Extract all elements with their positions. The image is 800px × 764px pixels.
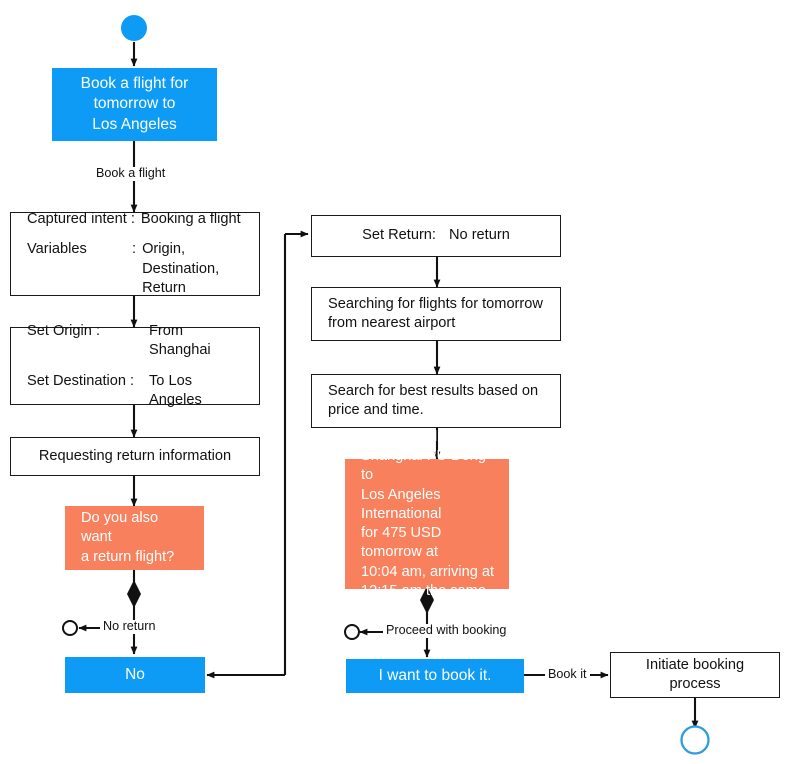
- flight-offer-line-2: Shanghai PU Dong to: [361, 448, 486, 484]
- flight-offer-line-1: There is a flight from: [361, 428, 495, 445]
- flight-offer-line-6: 12:15 am the same day.: [361, 582, 486, 618]
- intent-marker-proceed: [344, 624, 360, 640]
- node-flight-offer[interactable]: There is a flight from Shanghai PU Dong …: [345, 429, 509, 618]
- searching-flights-line-1: Searching for flights for tomorrow: [328, 295, 543, 312]
- variables-row: Variables : Origin, Destination, Return: [27, 240, 245, 298]
- user-request-line-2: tomorrow to: [93, 95, 176, 113]
- node-search-best-results[interactable]: Search for best results based on price a…: [311, 374, 561, 428]
- return-question-line-2: a return flight?: [81, 548, 175, 565]
- set-origin-key: Set Origin :: [27, 323, 100, 339]
- edge-label-book-it: Book it: [545, 667, 590, 682]
- decision-diamond-return: [127, 580, 141, 608]
- variables-separator: :: [132, 241, 137, 258]
- set-destination-row: Set Destination : To Los Angeles: [27, 372, 245, 411]
- no-answer-text: No: [125, 665, 145, 683]
- edge-label-book-a-flight: Book a flight: [93, 166, 169, 181]
- user-request-line-1: Book a flight for: [80, 74, 189, 92]
- node-set-origin-destination[interactable]: Set Origin : From Shanghai Set Destinati…: [10, 323, 260, 408]
- set-origin-value: From Shanghai: [149, 323, 211, 359]
- flowchart-canvas: Book a flight No return Proceed with boo…: [0, 0, 800, 764]
- node-requesting-return-information[interactable]: Requesting return information: [10, 437, 260, 476]
- initiate-booking-line-1: Initiate booking: [645, 656, 745, 673]
- edge-label-no-return: No return: [100, 619, 159, 634]
- node-book-confirm[interactable]: I want to book it.: [346, 659, 524, 693]
- return-question-line-1: Do you also want: [81, 510, 159, 546]
- search-best-line-1: Search for best results based on: [328, 382, 539, 399]
- intent-marker-no-return: [62, 620, 78, 636]
- flight-offer-line-3: Los Angeles International: [361, 486, 442, 522]
- set-origin-row: Set Origin : From Shanghai: [27, 322, 245, 361]
- initiate-booking-line-2: process: [669, 676, 721, 692]
- searching-flights-line-2: from nearest airport: [328, 315, 456, 331]
- flight-offer-line-4: for 475 USD tomorrow at: [361, 525, 442, 561]
- set-destination-value: To Los Angeles: [149, 372, 202, 408]
- set-destination-key: Set Destination :: [27, 372, 135, 389]
- end-node: [680, 725, 710, 755]
- set-return-row: Set Return: No return: [322, 226, 550, 245]
- search-best-line-2: price and time.: [328, 402, 424, 418]
- captured-intent-value: Booking a flight: [140, 211, 241, 227]
- node-captured-intent[interactable]: Captured intent : Booking a flight Varia…: [10, 210, 260, 298]
- start-node: [121, 15, 147, 41]
- node-searching-flights[interactable]: Searching for flights for tomorrow from …: [311, 287, 561, 341]
- node-no-answer[interactable]: No: [65, 657, 205, 693]
- captured-intent-row: Captured intent : Booking a flight: [27, 210, 245, 229]
- node-set-return[interactable]: Set Return: No return: [311, 215, 561, 257]
- requesting-return-text: Requesting return information: [38, 447, 232, 464]
- edge-label-proceed-with-booking: Proceed with booking: [383, 623, 510, 638]
- variables-value: Origin, Destination, Return: [142, 241, 220, 296]
- node-return-question[interactable]: Do you also want a return flight?: [65, 506, 204, 570]
- node-user-request[interactable]: Book a flight for tomorrow to Los Angele…: [52, 68, 217, 141]
- flight-offer-line-5: 10:04 am, arriving at: [361, 563, 495, 580]
- node-initiate-booking[interactable]: Initiate booking process: [610, 652, 780, 698]
- captured-intent-key: Captured intent :: [27, 211, 135, 227]
- book-confirm-text: I want to book it.: [378, 666, 492, 684]
- user-request-line-3: Los Angeles: [92, 115, 177, 133]
- variables-key: Variables: [27, 241, 87, 258]
- set-return-key: Set Return:: [362, 227, 436, 244]
- set-return-value: No return: [448, 227, 510, 244]
